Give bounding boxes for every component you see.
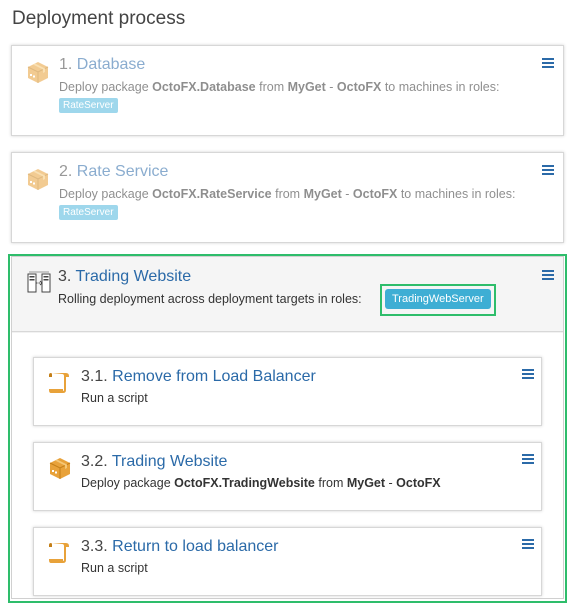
page-title: Deployment process xyxy=(12,8,186,29)
package-icon xyxy=(25,58,51,84)
script-icon xyxy=(47,539,73,565)
desc-text: from xyxy=(271,187,304,201)
step-menu-icon[interactable] xyxy=(522,539,534,549)
step-name-link[interactable]: Return to load balancer xyxy=(112,538,278,555)
desc-text: from xyxy=(314,476,347,490)
step-menu-icon[interactable] xyxy=(542,58,554,68)
step-card-rate-service[interactable]: 2. Rate Service Deploy package OctoFX.Ra… xyxy=(11,152,564,243)
desc-text: to machines in roles: xyxy=(397,187,516,201)
step-description: Run a script xyxy=(81,391,148,405)
step-number: 3. xyxy=(58,268,72,285)
step-title: 3. Trading Website xyxy=(58,268,191,286)
desc-text: to machines in roles: xyxy=(381,80,500,94)
desc-text: Deploy package xyxy=(59,80,153,94)
child-step-card[interactable]: 3.2. Trading Website Deploy package Octo… xyxy=(33,442,542,511)
desc-text: - xyxy=(341,187,353,201)
feed-name: OctoFX xyxy=(352,187,398,201)
step-menu-icon[interactable] xyxy=(522,454,534,464)
step-description: Deploy package OctoFX.RateService from M… xyxy=(59,187,515,201)
step-number: 1. xyxy=(59,56,73,73)
feed-name: OctoFX xyxy=(336,80,382,94)
step-title: 3.1. Remove from Load Balancer xyxy=(81,368,316,386)
step-menu-icon[interactable] xyxy=(542,165,554,175)
step-menu-icon[interactable] xyxy=(522,369,534,379)
step-name-link[interactable]: Trading Website xyxy=(112,453,228,470)
step-title: 3.2. Trading Website xyxy=(81,453,227,471)
step-number: 2. xyxy=(59,163,73,180)
step-menu-icon[interactable] xyxy=(542,270,554,280)
step-number: 3.2. xyxy=(81,453,108,470)
rolling-step-header: 3. Trading Website Rolling deployment ac… xyxy=(12,257,563,332)
step-title: 1. Database xyxy=(59,56,145,74)
step-description: Deploy package OctoFX.Database from MyGe… xyxy=(59,80,499,94)
step-description: Deploy package OctoFX.TradingWebsite fro… xyxy=(81,476,441,490)
step-card-database[interactable]: 1. Database Deploy package OctoFX.Databa… xyxy=(11,45,564,136)
feed-name: OctoFX xyxy=(396,476,441,490)
package-icon xyxy=(25,165,51,191)
desc-text: Deploy package xyxy=(59,187,153,201)
role-tag: RateServer xyxy=(59,205,118,220)
feed-name: MyGet xyxy=(287,80,326,94)
package-name: OctoFX.TradingWebsite xyxy=(174,476,315,490)
step-name-link[interactable]: Trading Website xyxy=(76,268,192,285)
step-name-link[interactable]: Rate Service xyxy=(77,163,169,180)
desc-text: from xyxy=(255,80,288,94)
feed-name: MyGet xyxy=(346,476,386,490)
step-description: Rolling deployment across deployment tar… xyxy=(58,292,362,306)
role-tag: RateServer xyxy=(59,98,118,113)
feed-name: MyGet xyxy=(303,187,342,201)
desc-text: - xyxy=(325,80,337,94)
desc-text: Deploy package xyxy=(81,476,175,490)
step-number: 3.1. xyxy=(81,368,108,385)
package-name: OctoFX.RateService xyxy=(152,187,272,201)
step-description: Run a script xyxy=(81,561,148,575)
child-step-card[interactable]: 3.1. Remove from Load Balancer Run a scr… xyxy=(33,357,542,426)
step-name-link[interactable]: Remove from Load Balancer xyxy=(112,368,316,385)
desc-text: - xyxy=(385,476,397,490)
rolling-step-card[interactable]: 3. Trading Website Rolling deployment ac… xyxy=(11,256,564,599)
role-tag: TradingWebServer xyxy=(385,289,491,309)
script-icon xyxy=(47,369,73,395)
package-name: OctoFX.Database xyxy=(152,80,256,94)
step-number: 3.3. xyxy=(81,538,108,555)
step-title: 2. Rate Service xyxy=(59,163,168,181)
step-title: 3.3. Return to load balancer xyxy=(81,538,278,556)
rolling-deployment-icon xyxy=(26,269,52,295)
step-name-link[interactable]: Database xyxy=(77,56,146,73)
package-icon xyxy=(47,454,73,480)
child-step-card[interactable]: 3.3. Return to load balancer Run a scrip… xyxy=(33,527,542,596)
